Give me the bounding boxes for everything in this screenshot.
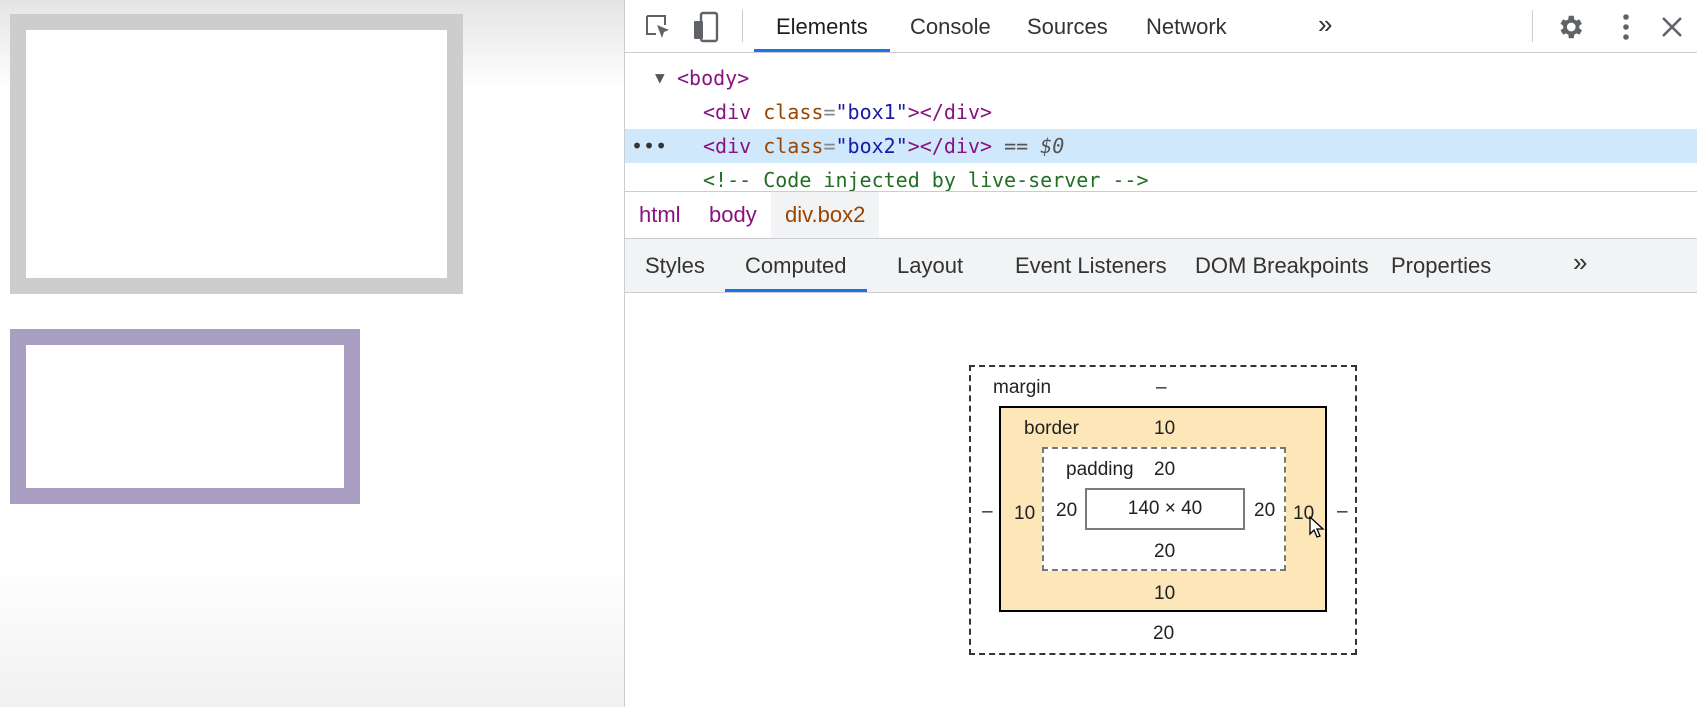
body-tag: <body> (677, 66, 750, 90)
box-model-border[interactable]: border 10 10 10 10 padding 20 20 20 20 1… (999, 406, 1327, 612)
tab-elements[interactable]: Elements (754, 0, 890, 52)
tab-network[interactable]: Network (1124, 0, 1249, 52)
margin-left-value[interactable]: – (982, 501, 993, 523)
tab-event-listeners[interactable]: Event Listeners (995, 239, 1187, 292)
box-model-padding[interactable]: padding 20 20 20 20 140 × 40 (1042, 447, 1286, 571)
tab-layout[interactable]: Layout (877, 239, 983, 292)
gear-icon[interactable] (1553, 10, 1587, 44)
attr-value: "box1" (835, 100, 908, 124)
border-label: border (1024, 418, 1079, 439)
dom-tree: ▼ <body> <div class="box1"></div> ••• <d… (625, 53, 1697, 191)
kebab-menu-icon[interactable] (1609, 10, 1643, 44)
padding-bottom-value[interactable]: 20 (1154, 541, 1175, 563)
sidebar-pane-tabs: Styles Computed Layout Event Listeners D… (625, 239, 1697, 293)
border-left-value[interactable]: 10 (1014, 503, 1035, 525)
tab-dom-breakpoints[interactable]: DOM Breakpoints (1175, 239, 1389, 292)
tab-styles[interactable]: Styles (625, 239, 725, 292)
tag-close: ></div> (907, 134, 993, 158)
close-icon[interactable] (1655, 10, 1689, 44)
device-toolbar-icon[interactable] (689, 10, 723, 44)
dom-node-comment[interactable]: <!-- Code injected by live-server --> (625, 163, 1697, 191)
tag-open: <div (703, 134, 752, 158)
padding-top-value[interactable]: 20 (1154, 459, 1175, 481)
padding-left-value[interactable]: 20 (1056, 500, 1077, 522)
attr-name: class (763, 134, 824, 158)
more-panes-icon[interactable]: » (1573, 247, 1587, 278)
dom-node-body[interactable]: ▼ <body> (625, 61, 1697, 95)
tab-computed[interactable]: Computed (725, 239, 867, 292)
box1-element (10, 14, 463, 294)
collapse-triangle-icon[interactable]: ▼ (655, 61, 665, 95)
border-bottom-value[interactable]: 10 (1154, 583, 1175, 605)
more-tabs-icon[interactable]: » (1318, 9, 1332, 40)
margin-label: margin (993, 377, 1052, 398)
box-model-margin[interactable]: margin – – – 20 border 10 10 10 10 paddi… (969, 365, 1357, 655)
margin-right-value[interactable]: – (1337, 501, 1348, 523)
toolbar-separator-right (1532, 10, 1533, 42)
inspect-icon[interactable] (641, 10, 675, 44)
attr-value: "box2" (835, 134, 908, 158)
toolbar-separator (742, 10, 743, 42)
dom-node-box1[interactable]: <div class="box1"></div> (625, 95, 1697, 129)
tab-console[interactable]: Console (888, 0, 1013, 52)
padding-right-value[interactable]: 20 (1254, 500, 1275, 522)
devtools-toolbar: Elements Console Sources Network » (625, 0, 1697, 53)
node-actions-icon[interactable]: ••• (631, 129, 667, 163)
margin-top-value[interactable]: – (1156, 377, 1167, 399)
console-ref: == $0 (1004, 134, 1065, 158)
breadcrumb: html body div.box2 (625, 191, 1697, 239)
breadcrumb-body[interactable]: body (695, 192, 771, 238)
border-top-value[interactable]: 10 (1154, 418, 1175, 440)
mouse-cursor-icon (1309, 516, 1325, 538)
attr-name: class (763, 100, 824, 124)
comment-text: <!-- Code injected by live-server --> (703, 168, 1149, 191)
content-size-value[interactable]: 140 × 40 (1128, 498, 1203, 520)
box-model-content[interactable]: 140 × 40 (1085, 488, 1245, 530)
devtools-panel: Elements Console Sources Network » ▼ <bo… (624, 0, 1697, 707)
tag-open: <div (703, 100, 752, 124)
tab-properties[interactable]: Properties (1371, 239, 1511, 292)
page-preview (0, 0, 624, 707)
margin-bottom-value[interactable]: 20 (1153, 623, 1174, 645)
padding-label: padding (1066, 459, 1134, 480)
tag-close: ></div> (907, 100, 993, 124)
tab-sources[interactable]: Sources (1005, 0, 1130, 52)
dom-node-box2-selected[interactable]: ••• <div class="box2"></div> == $0 (625, 129, 1697, 163)
breadcrumb-html[interactable]: html (625, 192, 695, 238)
box2-element (10, 329, 360, 504)
breadcrumb-div-box2[interactable]: div.box2 (771, 192, 880, 238)
